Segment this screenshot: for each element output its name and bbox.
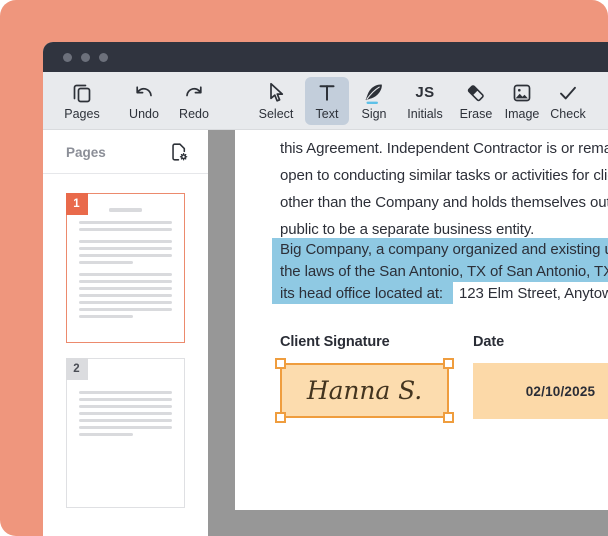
client-signature-label: Client Signature	[280, 334, 390, 350]
toolbar: Pages Undo Redo	[43, 72, 608, 130]
pages-icon	[70, 80, 94, 106]
pages-sidebar: Pages	[43, 130, 208, 536]
image-tool-label: Image	[505, 107, 540, 121]
feather-sign-icon	[362, 80, 386, 106]
page-thumbnail-2[interactable]: 2	[66, 358, 185, 508]
editor-window: Pages Undo Redo	[43, 42, 608, 536]
window-dot-icon[interactable]	[81, 53, 90, 62]
highlight-span: the laws of the San Antonio, TX of San A…	[272, 260, 608, 282]
highlighted-text-line: Big Company, a company organized and exi…	[272, 238, 608, 260]
date-value: 02/10/2025	[526, 384, 596, 399]
initials-tool-button[interactable]: JS Initials	[399, 77, 451, 125]
select-tool-button[interactable]: Select	[254, 77, 298, 125]
thumb-line	[79, 261, 133, 264]
page-thumbnail-1[interactable]: 1	[66, 193, 185, 343]
date-field[interactable]: 02/10/2025	[473, 363, 608, 419]
thumb-line	[79, 412, 172, 415]
highlight-span: its head office located at:	[272, 282, 453, 304]
undo-icon	[132, 80, 156, 106]
window-dot-icon[interactable]	[99, 53, 108, 62]
thumb-line	[79, 247, 172, 250]
check-tool-label: Check	[550, 107, 585, 121]
sign-tool-button[interactable]: Sign	[354, 77, 394, 125]
image-tool-button[interactable]: Image	[499, 77, 545, 125]
eraser-icon	[464, 80, 488, 106]
window-titlebar[interactable]	[43, 42, 608, 72]
highlighted-text-line: the laws of the San Antonio, TX of San A…	[272, 260, 608, 282]
thumb-line	[79, 398, 172, 401]
check-tool-button[interactable]: Check	[545, 77, 591, 125]
document-text-line: open to conducting similar tasks or acti…	[280, 162, 608, 189]
image-icon	[510, 80, 534, 106]
main-area: Pages	[43, 130, 608, 536]
thumb-paragraph	[79, 273, 172, 318]
thumb-line	[79, 391, 172, 394]
thumb-line	[79, 254, 172, 257]
select-tool-label: Select	[259, 107, 294, 121]
thumb-line	[79, 228, 172, 231]
redo-button[interactable]: Redo	[172, 77, 216, 125]
resize-handle-bottom-right[interactable]	[443, 412, 454, 423]
plain-text-span: 123 Elm Street, Anytown, USA	[453, 285, 608, 302]
thumb-line	[79, 294, 172, 297]
page-settings-icon[interactable]	[168, 141, 190, 163]
resize-handle-bottom-left[interactable]	[275, 412, 286, 423]
redo-button-label: Redo	[179, 107, 209, 121]
signature-field[interactable]: Hanna S.	[280, 363, 449, 418]
resize-handle-top-left[interactable]	[275, 358, 286, 369]
thumb-line	[79, 433, 133, 436]
thumb-paragraph	[79, 240, 172, 264]
initials-icon: JS	[415, 80, 434, 106]
text-tool-button[interactable]: Text	[305, 77, 349, 125]
undo-button-label: Undo	[129, 107, 159, 121]
sidebar-divider	[43, 173, 208, 174]
erase-tool-label: Erase	[460, 107, 493, 121]
thumb-line	[79, 240, 172, 243]
window-dot-icon[interactable]	[63, 53, 72, 62]
document-text-line: this Agreement. Independent Contractor i…	[280, 135, 608, 162]
highlighted-paragraph[interactable]: Big Company, a company organized and exi…	[272, 238, 608, 304]
redo-icon	[182, 80, 206, 106]
signature-value: Hanna S.	[307, 376, 422, 405]
sidebar-header: Pages	[43, 130, 208, 163]
thumb-line	[79, 405, 172, 408]
highlighted-text-line: its head office located at: 123 Elm Stre…	[272, 282, 608, 304]
erase-tool-button[interactable]: Erase	[454, 77, 498, 125]
thumb-line	[79, 315, 133, 318]
document-page[interactable]: this Agreement. Independent Contractor i…	[235, 130, 608, 510]
thumb-line	[79, 308, 172, 311]
pages-button-label: Pages	[64, 107, 99, 121]
document-viewer[interactable]: this Agreement. Independent Contractor i…	[208, 130, 608, 536]
check-icon	[556, 80, 580, 106]
document-paragraph: this Agreement. Independent Contractor i…	[280, 135, 608, 243]
text-tool-label: Text	[316, 107, 339, 121]
thumb-line	[79, 426, 172, 429]
thumb-line	[79, 301, 172, 304]
thumb-line	[79, 280, 172, 283]
thumb-line	[79, 287, 172, 290]
document-text-line: other than the Company and holds themsel…	[280, 189, 608, 216]
thumb-line	[79, 273, 172, 276]
thumb-line	[109, 208, 142, 212]
thumb-paragraph	[79, 391, 172, 436]
page-number-badge: 1	[66, 193, 88, 215]
highlight-span: Big Company, a company organized and exi…	[272, 238, 608, 260]
sidebar-title: Pages	[66, 145, 106, 160]
thumb-line	[79, 221, 172, 224]
date-label: Date	[473, 334, 504, 350]
undo-button[interactable]: Undo	[122, 77, 166, 125]
cursor-icon	[264, 80, 288, 106]
initials-tool-label: Initials	[407, 107, 442, 121]
pages-button[interactable]: Pages	[57, 77, 107, 125]
page-number-badge: 2	[66, 358, 88, 380]
text-icon	[315, 80, 339, 106]
sign-tool-label: Sign	[361, 107, 386, 121]
thumb-paragraph	[79, 221, 172, 231]
resize-handle-top-right[interactable]	[443, 358, 454, 369]
thumb-line	[79, 419, 172, 422]
